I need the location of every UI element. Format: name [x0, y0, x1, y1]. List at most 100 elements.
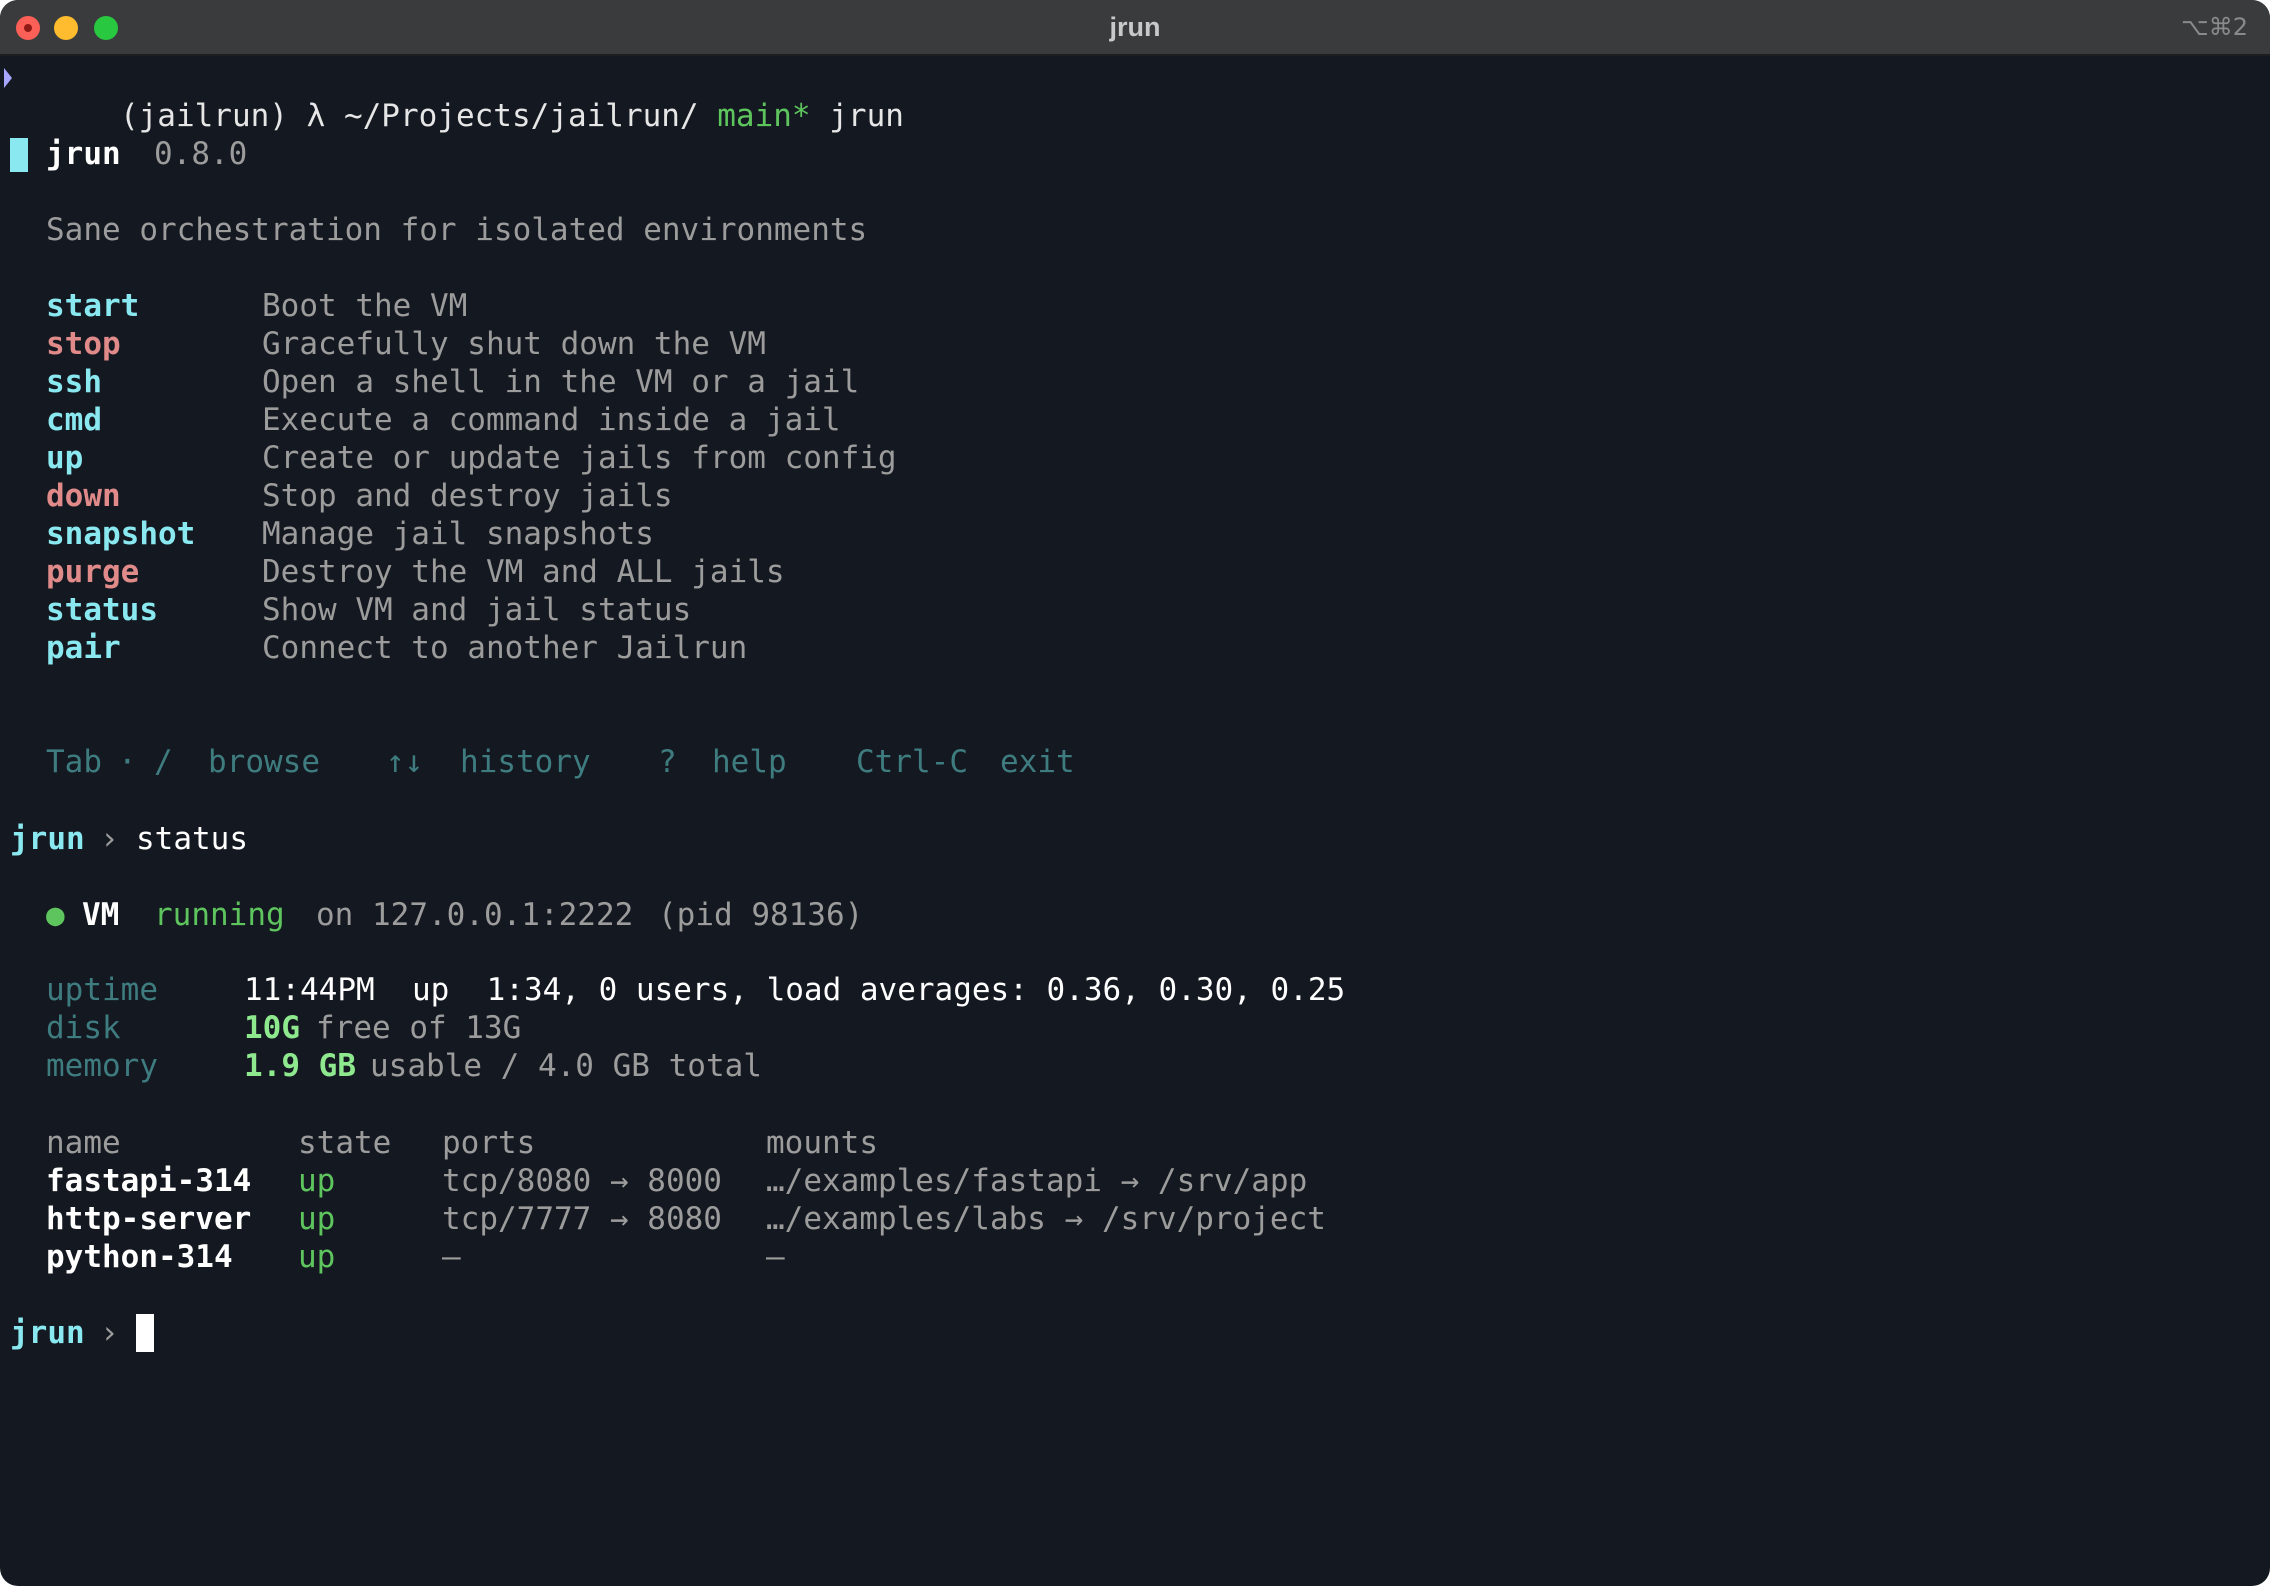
hint-help-key: ?: [658, 744, 677, 780]
key-hints: Tab · / browse ↑↓ history ? help Ctrl-C …: [46, 743, 1146, 781]
vm-pid: (pid 98136): [658, 897, 864, 933]
memory-label: memory: [46, 1048, 158, 1084]
command-name: snapshot: [46, 516, 196, 552]
text-cursor[interactable]: [136, 1314, 154, 1352]
hint-exit: exit: [1000, 744, 1075, 780]
jail-state: up: [298, 1201, 336, 1237]
jail-ports: tcp/7777 → 8080: [442, 1201, 722, 1237]
hint-help: help: [712, 744, 787, 780]
disk-free-value: 10G: [244, 1010, 300, 1046]
command-name: up: [46, 440, 84, 476]
app-tagline: Sane orchestration for isolated environm…: [46, 212, 868, 248]
memory-total: usable / 4.0 GB total: [370, 1048, 762, 1084]
command-name: down: [46, 478, 121, 514]
vm-address: on 127.0.0.1:2222: [316, 897, 634, 933]
repl-prompt: jrun: [10, 1315, 85, 1351]
jail-ports: —: [442, 1239, 461, 1275]
table-row: python-314 up — —: [46, 1238, 1446, 1276]
jail-mounts: …/examples/fastapi → /srv/app: [766, 1163, 1308, 1199]
vm-status-dot-icon: ●: [46, 897, 65, 933]
shell-prompt-line: (jailrun) λ ~/Projects/jailrun/ main* jr…: [4, 59, 904, 134]
command-description: Manage jail snapshots: [262, 516, 654, 552]
uptime-label: uptime: [46, 972, 158, 1008]
jail-name: fastapi-314: [46, 1163, 252, 1199]
hint-exit-key: Ctrl-C: [856, 744, 968, 780]
disk-total: free of 13G: [316, 1010, 522, 1046]
command-name: pair: [46, 630, 121, 666]
repl-command-line: jrun › status: [10, 820, 410, 858]
repl-command: status: [136, 821, 248, 857]
jail-mounts: —: [766, 1239, 785, 1275]
app-header: jrun 0.8.0: [0, 135, 400, 173]
table-row: http-server up tcp/7777 → 8080 …/examples/l…: [46, 1200, 1446, 1238]
hint-tab-key: Tab: [46, 744, 102, 780]
command-row: up Create or update jails from config: [46, 439, 1046, 477]
title-bar[interactable]: jrun ⌥⌘2: [0, 0, 2270, 56]
command-row: cmd Execute a command inside a jail: [46, 401, 1046, 439]
command-row: purge Destroy the VM and ALL jails: [46, 553, 1046, 591]
uptime-row: uptime 11:44PM up 1:34, 0 users, load av…: [46, 971, 1446, 1009]
command-description: Open a shell in the VM or a jail: [262, 364, 860, 400]
hint-separator: ·: [118, 744, 137, 780]
command-description: Execute a command inside a jail: [262, 402, 841, 438]
virtualenv-name: (jailrun): [119, 98, 288, 134]
command-row: status Show VM and jail status: [46, 591, 1046, 629]
command-row: down Stop and destroy jails: [46, 477, 1046, 515]
command-row: start Boot the VM: [46, 287, 1046, 325]
repl-chevron-icon: ›: [100, 1315, 119, 1351]
command-name: stop: [46, 326, 121, 362]
column-header-state: state: [298, 1125, 392, 1161]
vm-status-line: ● VM running on 127.0.0.1:2222 (pid 9813…: [46, 896, 1046, 934]
hint-slash-key: /: [154, 744, 173, 780]
hint-browse: browse: [208, 744, 320, 780]
shell-command: jrun: [829, 98, 904, 134]
app-version: 0.8.0: [154, 136, 248, 172]
jail-state: up: [298, 1239, 336, 1275]
command-description: Boot the VM: [262, 288, 468, 324]
current-path: ~/Projects/jailrun/: [343, 98, 699, 134]
hint-history: history: [460, 744, 591, 780]
window-title: jrun: [1109, 12, 1161, 42]
app-name: jrun: [46, 136, 121, 172]
column-header-name: name: [46, 1125, 121, 1161]
jail-state: up: [298, 1163, 336, 1199]
repl-chevron-icon: ›: [100, 821, 119, 857]
disk-label: disk: [46, 1010, 121, 1046]
column-header-mounts: mounts: [766, 1125, 878, 1161]
command-row: snapshot Manage jail snapshots: [46, 515, 1046, 553]
command-description: Connect to another Jailrun: [262, 630, 748, 666]
command-name: purge: [46, 554, 140, 590]
command-description: Destroy the VM and ALL jails: [262, 554, 785, 590]
vm-state: running: [154, 897, 285, 933]
command-row: ssh Open a shell in the VM or a jail: [46, 363, 1046, 401]
command-name: status: [46, 592, 158, 628]
memory-row: memory 1.9 GB usable / 4.0 GB total: [46, 1047, 1046, 1085]
hint-arrows-icon: ↑↓: [386, 744, 424, 780]
table-row: fastapi-314 up tcp/8080 → 8000 …/examples/f…: [46, 1162, 1446, 1200]
tab-shortcut-label: ⌥⌘2: [2181, 13, 2248, 41]
prompt-marker-icon: [4, 68, 12, 88]
command-description: Stop and destroy jails: [262, 478, 673, 514]
jail-ports: tcp/8080 → 8000: [442, 1163, 722, 1199]
command-name: cmd: [46, 402, 102, 438]
git-branch: main*: [717, 98, 811, 134]
terminal-output[interactable]: (jailrun) λ ~/Projects/jailrun/ main* jr…: [0, 56, 2270, 1586]
vm-label: VM: [82, 897, 120, 933]
jail-name: python-314: [46, 1239, 233, 1275]
command-name: ssh: [46, 364, 102, 400]
command-name: start: [46, 288, 140, 324]
header-block-icon: [10, 138, 28, 172]
command-row: pair Connect to another Jailrun: [46, 629, 1046, 667]
command-description: Create or update jails from config: [262, 440, 897, 476]
jail-mounts: …/examples/labs → /srv/project: [766, 1201, 1326, 1237]
memory-usable-value: 1.9 GB: [244, 1048, 356, 1084]
command-description: Show VM and jail status: [262, 592, 692, 628]
column-header-ports: ports: [442, 1125, 536, 1161]
uptime-value: 11:44PM up 1:34, 0 users, load averages:…: [244, 972, 1346, 1008]
disk-row: disk 10G free of 13G: [46, 1009, 1046, 1047]
command-row: stop Gracefully shut down the VM: [46, 325, 1046, 363]
repl-prompt: jrun: [10, 821, 85, 857]
jail-name: http-server: [46, 1201, 252, 1237]
jails-table-header: name state ports mounts: [46, 1124, 1446, 1162]
repl-input-line[interactable]: jrun ›: [10, 1314, 410, 1352]
